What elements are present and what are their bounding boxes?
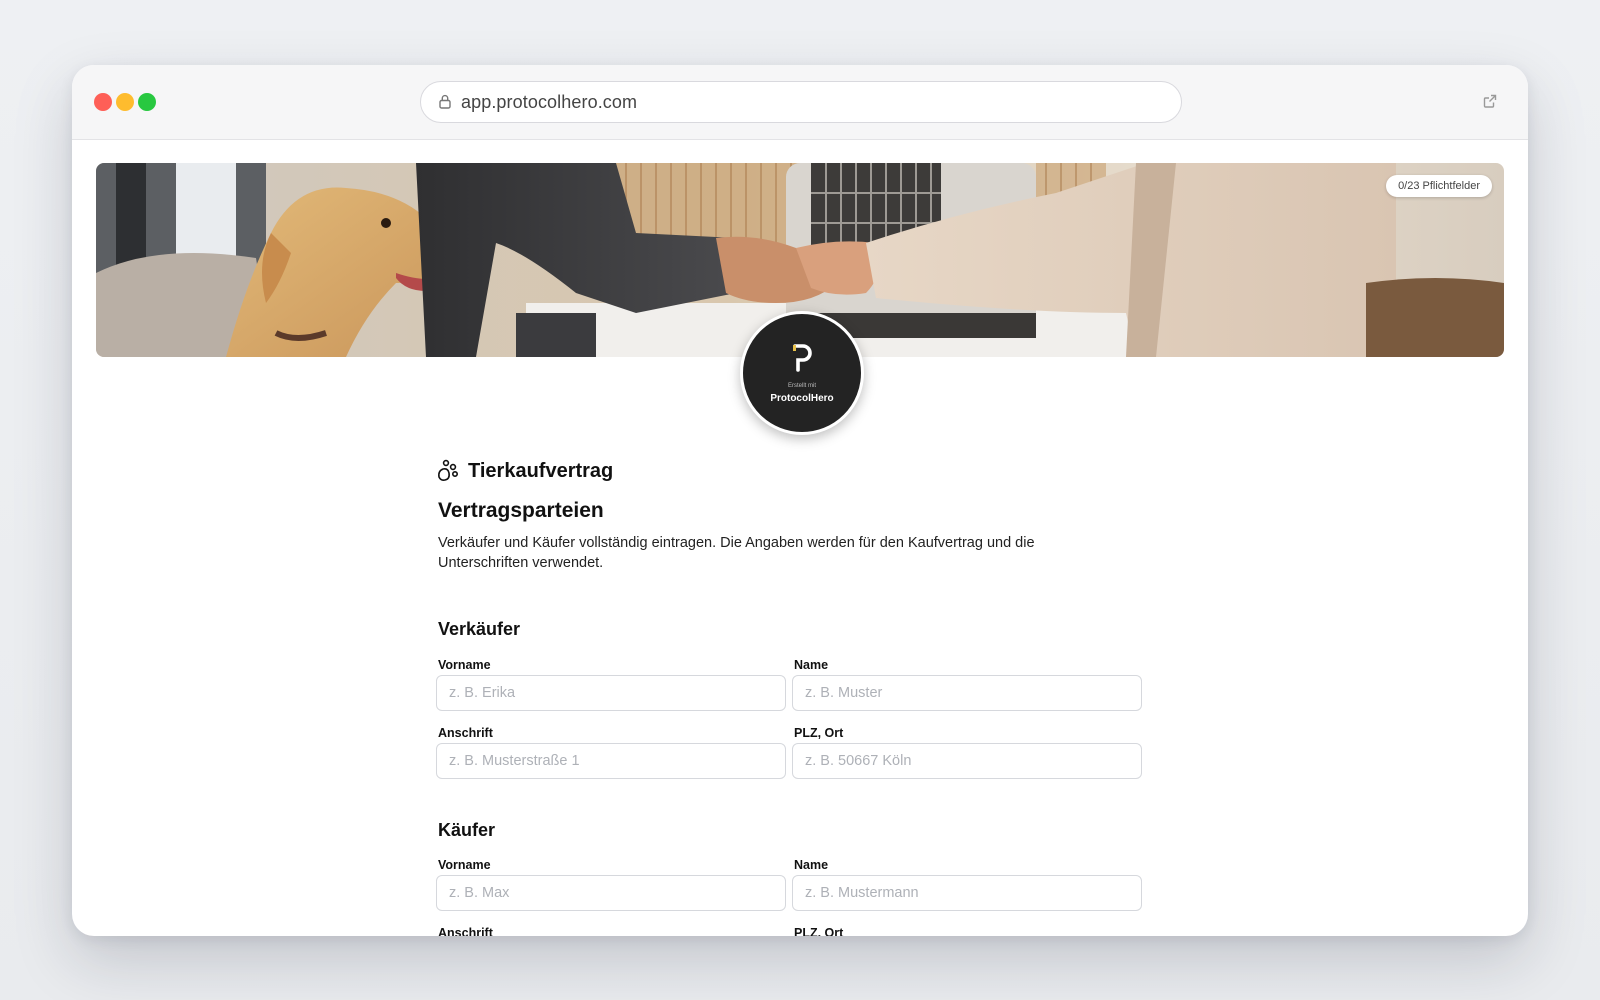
logo-p-icon [793, 344, 812, 372]
buyer-firstname-label: Vorname [438, 858, 491, 872]
section-title: Vertragsparteien [438, 499, 604, 522]
seller-lastname-input[interactable] [792, 675, 1142, 711]
document-title: Tierkaufvertrag [468, 459, 614, 482]
lock-icon [439, 94, 451, 109]
seller-lastname-label: Name [794, 658, 829, 672]
buyer-city-label: PLZ, Ort [794, 926, 844, 936]
maximize-window-button[interactable] [138, 93, 156, 111]
paw-icon [438, 459, 458, 481]
close-window-button[interactable] [94, 93, 112, 111]
document-title-row: Tierkaufvertrag [436, 457, 613, 485]
browser-window: app.protocolhero.com 0/23 Pflichtfelder … [72, 65, 1528, 936]
logo-subtitle: Erstellt mit [787, 383, 816, 389]
seller-city-label: PLZ, Ort [794, 726, 844, 740]
buyer-lastname-label: Name [794, 858, 829, 872]
required-fields-badge: 0/23 Pflichtfelder [1386, 175, 1492, 197]
seller-firstname-label: Vorname [438, 658, 491, 672]
buyer-firstname-input[interactable] [436, 875, 786, 911]
logo-name: ProtocolHero [770, 393, 834, 404]
external-link-icon[interactable] [1482, 93, 1498, 109]
section-description: Verkäufer und Käufer vollständig eintrag… [438, 535, 1035, 571]
minimize-window-button[interactable] [116, 93, 134, 111]
buyer-heading: Käufer [438, 820, 496, 840]
protocolhero-logo: Erstellt mit ProtocolHero [740, 311, 864, 435]
url-text: app.protocolhero.com [461, 92, 638, 112]
buyer-address-label: Anschrift [438, 926, 493, 936]
seller-heading: Verkäufer [438, 619, 521, 639]
seller-address-input[interactable] [436, 743, 786, 779]
seller-firstname-input[interactable] [436, 675, 786, 711]
buyer-lastname-input[interactable] [792, 875, 1142, 911]
page-content: 0/23 Pflichtfelder Erstellt mit Protocol… [72, 139, 1528, 936]
seller-city-input[interactable] [792, 743, 1142, 779]
seller-address-label: Anschrift [438, 726, 493, 740]
address-bar[interactable]: app.protocolhero.com [420, 81, 1182, 123]
browser-toolbar: app.protocolhero.com [72, 65, 1528, 140]
